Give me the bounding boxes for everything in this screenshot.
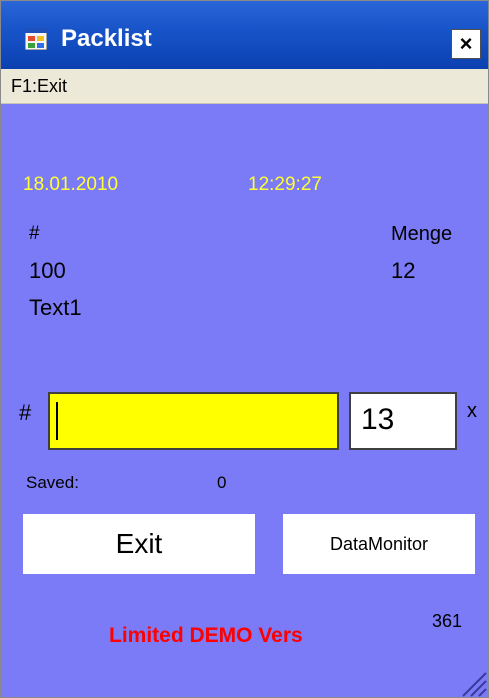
counter-label: 361 [432,611,463,631]
close-button[interactable]: × [451,29,481,59]
scan-input[interactable] [48,392,339,450]
menu-item-exit[interactable]: F1:Exit [11,76,67,97]
quantity-input[interactable]: 13 [349,392,457,450]
date-label: 18.01.2010 [23,174,119,195]
window-title: Packlist [61,25,152,52]
app-window-icon [25,28,47,50]
datamonitor-button[interactable]: DataMonitor [283,514,475,574]
quantity-header: Menge [391,223,453,245]
scan-hash-label: # [19,400,32,425]
close-icon: × [459,31,473,56]
resize-grip-icon[interactable] [459,669,487,697]
saved-count: 0 [217,473,227,492]
title-bar[interactable]: Packlist × [1,1,488,69]
time-label: 12:29:27 [248,174,322,195]
packlist-window: Packlist × F1:Exit 18.01.2010 12:29:27 #… [0,0,489,698]
number-value: 100 [29,258,66,283]
quantity-suffix: x [467,400,477,422]
menu-bar: F1:Exit [1,69,488,104]
saved-label: Saved: [26,473,79,492]
text-caret [56,402,58,440]
exit-button[interactable]: Exit [23,514,255,574]
number-header: # [29,223,40,244]
demo-version-label: Limited DEMO Vers [109,624,303,647]
record-text: Text1 [29,295,82,320]
quantity-value: 12 [391,258,416,283]
